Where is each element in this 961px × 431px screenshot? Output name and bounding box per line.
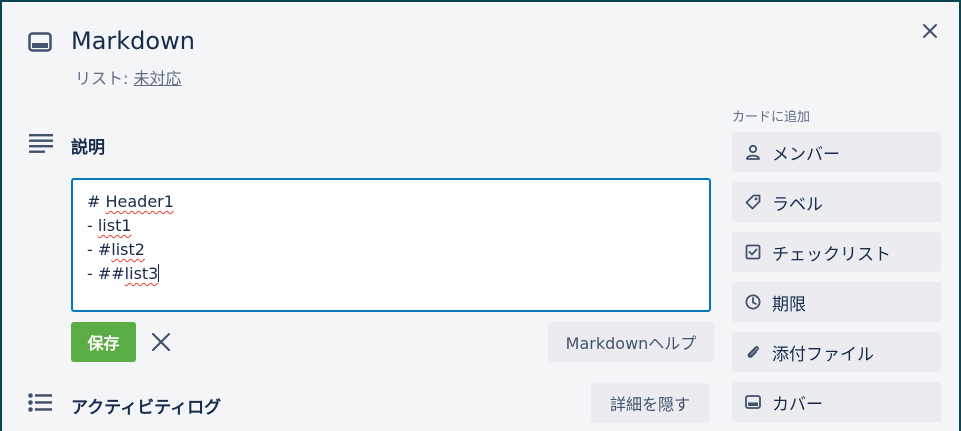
checkbox-icon (744, 243, 762, 261)
list-name-link[interactable]: 未対応 (133, 69, 181, 88)
paperclip-icon (744, 343, 762, 361)
editor-line-3: - #list2 (87, 240, 145, 259)
sidebar-item-label: ラベル (772, 194, 823, 215)
description-editor[interactable]: # Header1 - list1 - #list2 - ##list3 (71, 178, 711, 312)
description-heading: 説明 (71, 138, 105, 158)
add-to-card-label: カードに追加 (732, 110, 811, 125)
close-icon (923, 24, 937, 38)
sidebar-attachment-button[interactable]: 添付ファイル (732, 332, 941, 372)
list-prefix: リスト: (75, 69, 134, 88)
card-icon (28, 32, 52, 52)
sidebar-item-label: 添付ファイル (772, 344, 874, 365)
sidebar-labels-button[interactable]: ラベル (732, 182, 941, 222)
list-info: リスト: 未対応 (75, 65, 182, 89)
sidebar-item-label: チェックリスト (772, 244, 891, 265)
sidebar-item-label: カバー (772, 394, 823, 415)
editor-line-2: - list1 (87, 216, 132, 235)
text-caret (158, 264, 160, 282)
save-button[interactable]: 保存 (71, 322, 136, 362)
close-icon (151, 332, 171, 352)
editor-line-4: - ##list3 (87, 264, 160, 283)
sidebar-cover-button[interactable]: カバー (732, 382, 941, 422)
activity-heading: アクティビティログ (71, 398, 222, 418)
sidebar-item-label: 期限 (772, 294, 806, 315)
activity-icon (28, 393, 52, 413)
cancel-edit-button[interactable] (150, 331, 172, 353)
sidebar-members-button[interactable]: メンバー (732, 132, 941, 172)
tag-icon (744, 193, 762, 211)
hide-details-button[interactable]: 詳細を隠す (591, 383, 709, 423)
person-icon (744, 143, 762, 161)
cover-icon (744, 393, 762, 411)
close-modal-button[interactable] (920, 21, 940, 41)
editor-line-1: # Header1 (87, 192, 174, 211)
markdown-help-button[interactable]: Markdownヘルプ (548, 322, 714, 362)
sidebar-due-date-button[interactable]: 期限 (732, 282, 941, 322)
sidebar-checklist-button[interactable]: チェックリスト (732, 232, 941, 272)
sidebar-item-label: メンバー (772, 144, 840, 165)
description-icon (29, 133, 53, 153)
clock-icon (744, 293, 762, 311)
card-title[interactable]: Markdown (71, 27, 195, 55)
